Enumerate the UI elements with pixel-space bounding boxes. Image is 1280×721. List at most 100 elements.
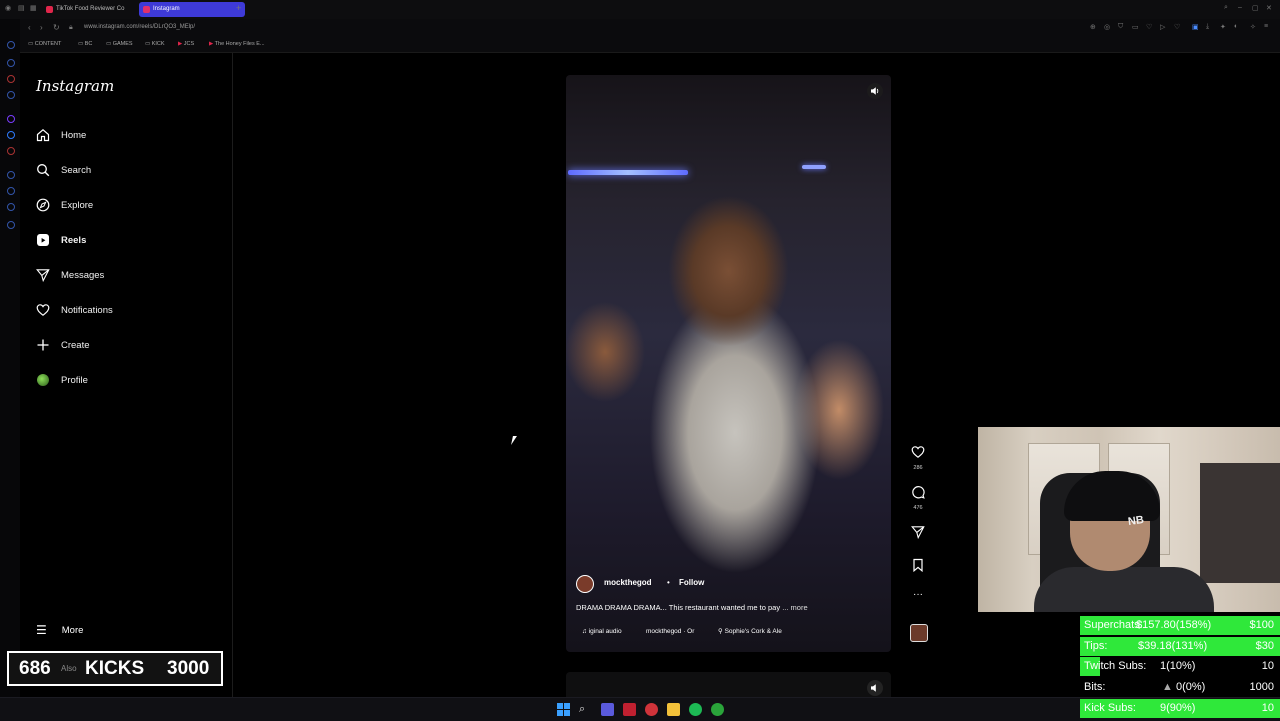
goal-value: $157.80(158%) [1136, 619, 1212, 631]
search-tabs-icon[interactable]: ⌕ [1224, 4, 1228, 12]
audio-thumbnail[interactable] [910, 624, 928, 642]
reel-caption: DRAMA DRAMA DRAMA... This restaurant wan… [576, 603, 808, 612]
kicks-counter: 686 Also KICKS 3000 [7, 651, 223, 686]
ai-icon[interactable]: ✧ [1250, 23, 1256, 31]
folder-icon[interactable] [667, 703, 680, 716]
minimize-icon[interactable]: – [1238, 4, 1242, 11]
profile-icon[interactable]: ◐ [1234, 23, 1238, 30]
panel-icon[interactable] [7, 147, 15, 155]
caption-more-link[interactable]: ... more [782, 603, 807, 612]
volume-icon[interactable] [867, 83, 883, 99]
goal-row-superchats: Superchats: $157.80(158%) $100 [1080, 616, 1280, 635]
messenger-icon[interactable] [7, 131, 15, 139]
goal-label: Tips: [1084, 640, 1108, 652]
bookmark-jcs[interactable]: ▶ JCS [178, 41, 194, 47]
panel-icon[interactable] [7, 203, 15, 211]
reload-icon[interactable]: ↻ [53, 23, 60, 32]
audio-artist[interactable]: mockthegod · Or [646, 625, 694, 639]
panel-icon[interactable] [7, 41, 15, 49]
discord-icon[interactable] [601, 703, 614, 716]
browser-app-icon[interactable] [623, 703, 636, 716]
twitch-icon[interactable] [7, 115, 15, 123]
audio-label: iginal audio [588, 628, 622, 635]
sidebar-toggle-icon[interactable]: ▤ [18, 4, 25, 12]
bookmark-bc[interactable]: ▭ BC [78, 41, 92, 47]
sidebar-item-label: Search [61, 164, 92, 176]
sidebar-item-messages[interactable]: Messages [36, 264, 226, 286]
menu-icon[interactable]: ≡ [1264, 23, 1268, 30]
goal-value: 0(0%) [1175, 681, 1206, 693]
spotify-icon[interactable] [689, 703, 702, 716]
bookmark-honey-files[interactable]: ▶ The Honey Files E... [209, 41, 265, 47]
ellipsis-icon: ··· [913, 589, 923, 600]
goal-row-tips: Tips: $39.18(131%) $30 [1080, 637, 1280, 656]
sidebar-item-explore[interactable]: Explore [36, 194, 226, 216]
puzzle-icon[interactable]: ✦ [1220, 23, 1226, 31]
goal-row-kick-subs: Kick Subs: 9(90%) 10 [1080, 699, 1280, 718]
camera-icon[interactable]: ◎ [1104, 23, 1110, 31]
more-options-button[interactable]: ··· [905, 589, 931, 600]
sidebar-item-reels[interactable]: Reels [36, 229, 226, 251]
reel-video[interactable]: mockthegod • Follow DRAMA DRAMA DRAMA...… [566, 75, 891, 652]
audio-chip[interactable]: ♫ iginal audio [582, 625, 622, 639]
bookmark-games[interactable]: ▭ GAMES [106, 41, 133, 47]
next-reel[interactable] [566, 672, 891, 697]
cap-logo-icon: NB [1127, 513, 1145, 529]
bookmark-icon[interactable]: ▭ [1132, 23, 1139, 31]
panel-icon[interactable] [7, 75, 15, 83]
forward-icon[interactable]: › [40, 23, 43, 32]
play-icon[interactable]: ▷ [1160, 23, 1165, 31]
volume-icon[interactable] [867, 680, 883, 696]
led-light [802, 165, 826, 169]
download-icon[interactable]: ⤓ [1206, 23, 1209, 31]
maximize-icon[interactable]: ▢ [1252, 4, 1259, 12]
sidebar-item-label: Reels [61, 234, 87, 246]
follow-button[interactable]: Follow [679, 578, 704, 587]
sidebar-item-search[interactable]: Search [36, 159, 226, 181]
panel-icon[interactable] [7, 171, 15, 179]
sidebar-item-profile[interactable]: Profile [36, 369, 226, 391]
youtube-icon: ▶ [178, 41, 183, 47]
reel-username[interactable]: mockthegod [604, 578, 652, 587]
like-button[interactable]: 286 [905, 445, 931, 471]
panel-icon[interactable] [7, 91, 15, 99]
bookmark-icon [913, 558, 923, 573]
avatar[interactable] [576, 575, 594, 593]
tab-instagram[interactable]: Instagram [139, 2, 245, 17]
back-icon[interactable]: ‹ [28, 23, 31, 32]
goal-value: 1(10%) [1160, 660, 1196, 672]
separator: • [667, 578, 670, 587]
tab-label: Instagram [153, 6, 180, 12]
shield-icon[interactable]: ⛉ [1118, 23, 1123, 31]
comment-button[interactable]: 476 [905, 485, 931, 511]
windows-start-icon[interactable] [557, 703, 570, 716]
zoom-icon[interactable]: ⊕ [1090, 23, 1096, 31]
location-chip[interactable]: ⚲ Sophie's Cork & Ale [718, 625, 782, 639]
new-tab-button[interactable]: + [236, 3, 241, 13]
extension-icon[interactable]: ▣ [1192, 23, 1199, 31]
instagram-logo[interactable]: Instagram [36, 77, 114, 95]
tab-list-icon[interactable]: ▦ [30, 4, 37, 12]
tab-tiktok[interactable]: TikTok Food Reviewer Co [42, 2, 144, 17]
bookmark-kick[interactable]: ▭ KICK [145, 41, 165, 47]
bookmark-content[interactable]: ▭ CONTENT [28, 41, 61, 47]
sidebar-item-notifications[interactable]: Notifications [36, 299, 226, 321]
share-button[interactable] [905, 525, 931, 544]
sidebar-item-more[interactable]: ☰ More [36, 623, 83, 637]
heart-icon[interactable]: ♡ [1146, 23, 1152, 31]
settings-icon[interactable] [7, 221, 15, 229]
search-icon[interactable]: ⌕ [579, 703, 592, 716]
favorite-icon[interactable]: ♡ [1174, 23, 1180, 31]
kicks-also: Also [61, 664, 77, 673]
panel-icon[interactable] [7, 59, 15, 67]
save-button[interactable] [905, 558, 931, 577]
panel-icon[interactable] [7, 187, 15, 195]
sidebar-item-create[interactable]: Create [36, 334, 226, 356]
sidebar-item-home[interactable]: Home [36, 124, 226, 146]
xbox-icon[interactable] [711, 703, 724, 716]
goal-label: Bits: [1084, 681, 1106, 693]
url-field[interactable]: www.instagram.com/reels/DLrQO3_MElp/ [84, 24, 195, 30]
close-icon[interactable]: ✕ [1266, 4, 1272, 12]
browser-menu-icon[interactable]: ◉ [5, 4, 11, 12]
chrome-icon[interactable] [645, 703, 658, 716]
